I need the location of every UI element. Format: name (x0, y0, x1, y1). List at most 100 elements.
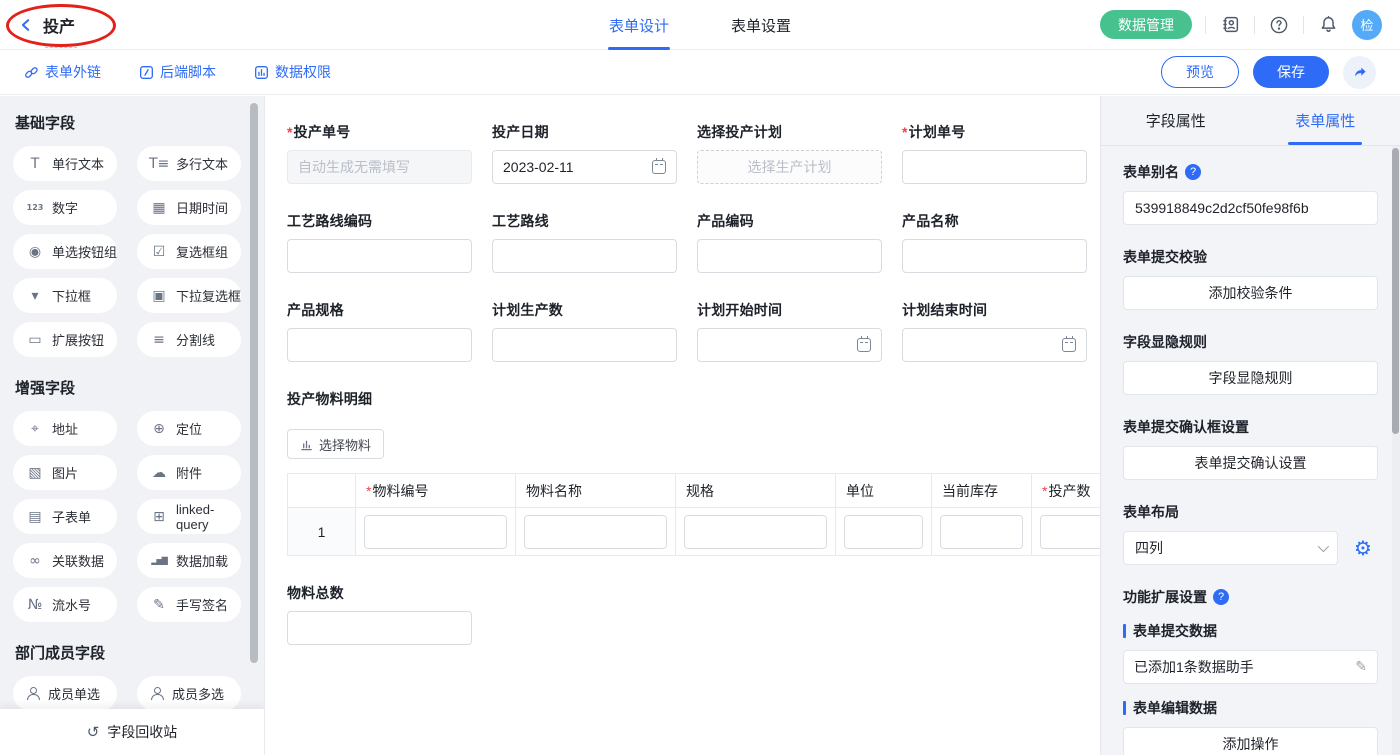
palette-item-member-single[interactable]: 成员单选 (13, 676, 117, 711)
add-validation-button[interactable]: 添加校验条件 (1123, 276, 1378, 310)
field-select-production-plan[interactable]: 选择投产计划 选择生产计划 (697, 122, 882, 184)
select-material-button[interactable]: 选择物料 (287, 429, 384, 459)
date-input[interactable]: 2023-02-11 (492, 150, 677, 184)
text-input[interactable] (492, 328, 677, 362)
data-manage-button[interactable]: 数据管理 (1100, 10, 1192, 39)
edit-pencil-icon[interactable]: ✎ (1355, 659, 1367, 675)
gear-icon[interactable]: ⚙ (1348, 531, 1378, 565)
extend-button-icon: ▭ (25, 333, 45, 347)
tab-form-settings[interactable]: 表单设置 (731, 0, 791, 50)
palette-item-divider-line[interactable]: ≡分割线 (137, 322, 241, 357)
toolbar-actions: 预览 保存 (1161, 56, 1376, 89)
palette-item-attachment[interactable]: ☁附件 (137, 455, 241, 490)
help-icon[interactable] (1213, 589, 1229, 605)
text-input[interactable] (697, 239, 882, 273)
layout-select[interactable]: 四列 (1123, 531, 1338, 565)
palette-item-multi-dropdown[interactable]: ▣下拉复选框 (137, 278, 241, 313)
preview-button[interactable]: 预览 (1161, 56, 1239, 88)
subform-material-detail[interactable]: 投产物料明细 选择物料 物料 (287, 389, 1086, 556)
field-product-code[interactable]: 产品编码 (697, 211, 882, 273)
backend-script-action[interactable]: 后端脚本 (139, 62, 216, 82)
date-input[interactable] (902, 328, 1087, 362)
text-input[interactable] (287, 239, 472, 273)
text-input[interactable] (287, 611, 472, 645)
sidebar-scrollbar-thumb[interactable] (250, 103, 258, 663)
palette-item-extend-button[interactable]: ▭扩展按钮 (13, 322, 117, 357)
field-plan-quantity[interactable]: 计划生产数 (492, 300, 677, 362)
row-index: 1 (288, 508, 356, 556)
cell-input-material-name[interactable] (524, 515, 667, 549)
cell-input-stock[interactable] (940, 515, 1023, 549)
text-input[interactable] (902, 239, 1087, 273)
palette-item-signature[interactable]: ✎手写签名 (137, 587, 241, 622)
field-material-total[interactable]: 物料总数 (287, 583, 472, 645)
panel-scrollbar-thumb[interactable] (1392, 148, 1399, 434)
text-input[interactable] (902, 150, 1087, 184)
back-chevron-icon[interactable] (18, 17, 34, 33)
tab-form-design[interactable]: 表单设计 (609, 0, 669, 50)
palette-item-serial-number[interactable]: №流水号 (13, 587, 117, 622)
field-route-code[interactable]: 工艺路线编码 (287, 211, 472, 273)
field-plan-end-time[interactable]: 计划结束时间 (902, 300, 1087, 362)
field-product-name[interactable]: 产品名称 (902, 211, 1087, 273)
user-avatar[interactable]: 检 (1352, 10, 1382, 40)
workspace: 基础字段 T单行文本 T≡多行文本 123数字 ▦日期时间 ◉单选按钮组 ☑复选… (0, 96, 1400, 755)
help-icon[interactable] (1268, 14, 1290, 36)
cell-input-unit[interactable] (844, 515, 923, 549)
share-button[interactable] (1343, 56, 1376, 89)
palette-item-image[interactable]: ▧图片 (13, 455, 117, 490)
enhanced-fields-grid: ⌖地址 ⊕定位 ▧图片 ☁附件 ▤子表单 ⊞linked-query ∞关联数据… (13, 411, 264, 622)
field-route[interactable]: 工艺路线 (492, 211, 677, 273)
palette-item-subform[interactable]: ▤子表单 (13, 499, 117, 534)
contact-book-icon[interactable] (1219, 14, 1241, 36)
help-icon[interactable] (1185, 164, 1201, 180)
palette-item-data-load[interactable]: ▂▅▇数据加载 (137, 543, 241, 578)
field-recycle-bin[interactable]: ↺ 字段回收站 (0, 709, 264, 755)
address-icon: ⌖ (25, 422, 45, 436)
select-plan-picker[interactable]: 选择生产计划 (697, 150, 882, 184)
external-link-action[interactable]: 表单外链 (24, 62, 101, 82)
top-header: 投产 表单设计 表单设置 数据管理 (0, 0, 1400, 50)
save-button[interactable]: 保存 (1253, 56, 1329, 88)
data-permission-action[interactable]: 数据权限 (254, 62, 331, 82)
cell-input-qty[interactable] (1040, 515, 1100, 549)
tab-field-properties[interactable]: 字段属性 (1101, 96, 1251, 145)
location-icon: ⊕ (149, 422, 169, 436)
submit-confirm-button[interactable]: 表单提交确认设置 (1123, 446, 1378, 480)
palette-item-single-line-text[interactable]: T单行文本 (13, 146, 117, 181)
text-input[interactable] (287, 328, 472, 362)
palette-item-radio-group[interactable]: ◉单选按钮组 (13, 234, 117, 269)
title-dashed-underline (45, 47, 77, 48)
text-input[interactable] (492, 239, 677, 273)
palette-item-datetime[interactable]: ▦日期时间 (137, 190, 241, 225)
field-product-spec[interactable]: 产品规格 (287, 300, 472, 362)
divider (1303, 16, 1304, 34)
tab-form-properties[interactable]: 表单属性 (1251, 96, 1400, 145)
palette-item-linked-query[interactable]: ⊞linked-query (137, 499, 241, 534)
add-operation-button[interactable]: 添加操作 (1123, 727, 1378, 755)
properties-panel: 字段属性 表单属性 表单别名 539918849c2d2cf50fe98f6b … (1100, 96, 1400, 755)
form-alias-input[interactable]: 539918849c2d2cf50fe98f6b (1123, 191, 1378, 225)
palette-item-checkbox-group[interactable]: ☑复选框组 (137, 234, 241, 269)
field-production-order-no[interactable]: 投产单号 自动生成无需填写 (287, 122, 472, 184)
palette-item-linked-data[interactable]: ∞关联数据 (13, 543, 117, 578)
col-production-qty: 投产数 (1032, 474, 1101, 508)
cell-input-material-code[interactable] (364, 515, 507, 549)
palette-item-number[interactable]: 123数字 (13, 190, 117, 225)
submit-validation-label: 表单提交校验 (1123, 247, 1378, 267)
palette-item-dropdown[interactable]: ▾下拉框 (13, 278, 117, 313)
palette-item-address[interactable]: ⌖地址 (13, 411, 117, 446)
field-visibility-button[interactable]: 字段显隐规则 (1123, 361, 1378, 395)
field-plan-order-no[interactable]: 计划单号 (902, 122, 1087, 184)
field-production-date[interactable]: 投产日期 2023-02-11 (492, 122, 677, 184)
field-plan-start-time[interactable]: 计划开始时间 (697, 300, 882, 362)
palette-item-member-multi[interactable]: 成员多选 (137, 676, 241, 711)
data-assistant-box[interactable]: 已添加1条数据助手 ✎ (1123, 650, 1378, 684)
back-navigation[interactable]: 投产 (18, 13, 75, 37)
cell-input-spec[interactable] (684, 515, 827, 549)
notification-bell-icon[interactable] (1317, 14, 1339, 36)
toolbar-links: 表单外链 后端脚本 数据权限 (24, 62, 331, 82)
palette-item-location[interactable]: ⊕定位 (137, 411, 241, 446)
date-input[interactable] (697, 328, 882, 362)
palette-item-multi-line-text[interactable]: T≡多行文本 (137, 146, 241, 181)
